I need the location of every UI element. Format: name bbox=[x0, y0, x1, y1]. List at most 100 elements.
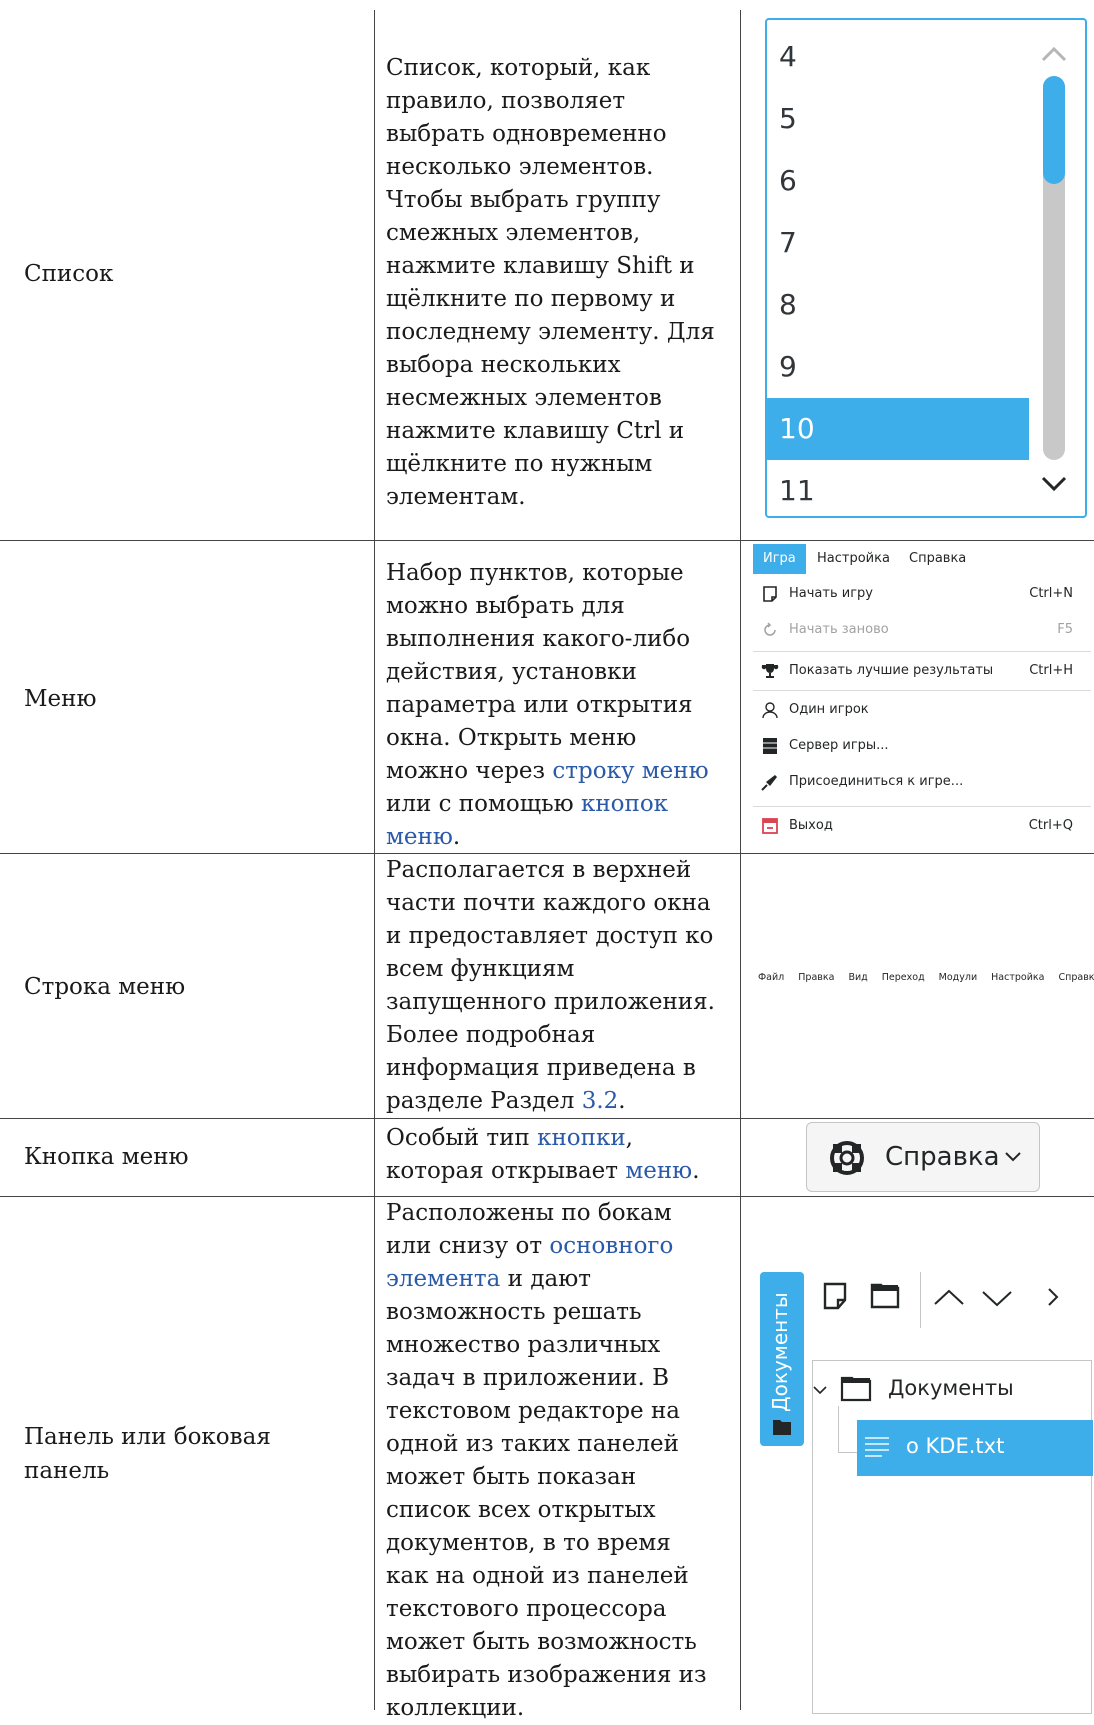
row-desc-list: Список, который, как правило, позволяет … bbox=[386, 52, 726, 514]
menu-buttons-link[interactable]: кнопок bbox=[581, 791, 668, 817]
list-item[interactable]: 7 bbox=[767, 212, 1029, 274]
list-item[interactable]: 8 bbox=[767, 274, 1029, 336]
desc-line: текстовом редакторе на bbox=[386, 1395, 726, 1428]
chevron-down-icon[interactable] bbox=[1037, 468, 1071, 498]
menu-item-highscores[interactable]: Показать лучшие результаты Ctrl+H bbox=[753, 653, 1091, 689]
menu-tab-help[interactable]: Справка bbox=[899, 544, 976, 574]
desc-line: множество различных bbox=[386, 1329, 726, 1362]
desc-line: возможность решать bbox=[386, 1296, 726, 1329]
desc-line: элементам. bbox=[386, 481, 726, 514]
desc-line: несколько элементов. bbox=[386, 151, 726, 184]
lifebuoy-icon bbox=[829, 1140, 865, 1176]
menu-item-shortcut: Ctrl+Q bbox=[1029, 808, 1073, 844]
menubar-item-go[interactable]: Переход bbox=[882, 972, 925, 983]
menubar-item-edit[interactable]: Правка bbox=[798, 972, 834, 983]
exit-icon bbox=[761, 817, 779, 835]
desc-line: щёлкните по первому и bbox=[386, 283, 726, 316]
table-col-line-1 bbox=[374, 10, 375, 1710]
desc-line: информация приведена в bbox=[386, 1052, 726, 1085]
desc-line: или с помощью кнопок bbox=[386, 788, 726, 821]
documents-panel-tab[interactable]: Документы bbox=[760, 1272, 804, 1446]
chevron-down-icon[interactable] bbox=[980, 1288, 1014, 1308]
menubar-item-settings[interactable]: Настройка bbox=[991, 972, 1044, 983]
menubar-item-file[interactable]: Файл bbox=[758, 972, 784, 983]
list-item[interactable]: 9 bbox=[767, 336, 1029, 398]
menu-item-quit[interactable]: Выход Ctrl+Q bbox=[753, 808, 1091, 844]
menu-item-shortcut: Ctrl+N bbox=[1029, 576, 1073, 612]
menu-buttons-link-cont[interactable]: меню bbox=[386, 824, 453, 850]
chevron-up-icon[interactable] bbox=[932, 1288, 966, 1308]
desc-line: смежных элементов, bbox=[386, 217, 726, 250]
row-label-list: Список bbox=[24, 257, 354, 291]
list-item[interactable]: 6 bbox=[767, 150, 1029, 212]
desc-line: коллекции. bbox=[386, 1692, 726, 1725]
buttons-link[interactable]: кнопки bbox=[537, 1125, 626, 1151]
documents-tree[interactable] bbox=[812, 1360, 1092, 1714]
new-document-icon[interactable] bbox=[822, 1282, 848, 1310]
desc-line: Более подробная bbox=[386, 1019, 726, 1052]
desc-line: действия, установки bbox=[386, 656, 726, 689]
list-item[interactable]: 11 bbox=[767, 460, 1029, 518]
menu-separator bbox=[753, 806, 1091, 807]
section-link[interactable]: 3.2 bbox=[582, 1088, 619, 1114]
menubar-item-help[interactable]: Справка bbox=[1059, 972, 1094, 983]
tree-folder-label[interactable]: Документы bbox=[888, 1376, 1014, 1400]
table-row-line-1 bbox=[0, 540, 1094, 541]
desc-line: список всех открытых bbox=[386, 1494, 726, 1527]
list-widget[interactable]: 4 5 6 7 8 9 10 11 bbox=[765, 18, 1087, 518]
chevron-up-icon[interactable] bbox=[1037, 40, 1071, 70]
desc-line: можно выбрать для bbox=[386, 590, 726, 623]
menu-item-single-player[interactable]: Один игрок bbox=[753, 692, 1091, 728]
desc-text: или снизу от bbox=[386, 1233, 549, 1259]
menu-item-label: Начать заново bbox=[789, 612, 889, 648]
server-icon bbox=[761, 737, 779, 755]
scrollbar-track[interactable] bbox=[1043, 76, 1065, 460]
desc-line: может быть показан bbox=[386, 1461, 726, 1494]
menu-link[interactable]: меню bbox=[625, 1158, 692, 1184]
list-item[interactable]: 5 bbox=[767, 88, 1029, 150]
row-label-menu: Меню bbox=[24, 682, 354, 716]
menubar-item-view[interactable]: Вид bbox=[848, 972, 867, 983]
desc-line: Особый тип кнопки, bbox=[386, 1122, 726, 1155]
help-menu-button[interactable]: Справка bbox=[806, 1122, 1040, 1192]
menu-item-server[interactable]: Сервер игры... bbox=[753, 728, 1091, 764]
connect-plug-icon bbox=[761, 773, 779, 791]
tree-expand-icon[interactable] bbox=[812, 1384, 828, 1398]
menu-item-label: Один игрок bbox=[789, 692, 869, 728]
restart-icon bbox=[761, 621, 779, 639]
menu-separator bbox=[753, 651, 1091, 652]
menu-item-join-game[interactable]: Присоединиться к игре... bbox=[753, 764, 1091, 800]
menubar-link[interactable]: строку меню bbox=[552, 758, 708, 784]
list-item[interactable]: 4 bbox=[767, 26, 1029, 88]
desc-line: задач в приложении. В bbox=[386, 1362, 726, 1395]
row-desc-menubar: Располагается в верхней части почти кажд… bbox=[386, 854, 726, 1118]
scrollbar-thumb[interactable] bbox=[1043, 76, 1065, 184]
menu-item-label: Выход bbox=[789, 808, 833, 844]
tree-file-label[interactable]: о KDE.txt bbox=[906, 1434, 1004, 1458]
tree-guide-line bbox=[838, 1452, 858, 1453]
desc-text: которая открывает bbox=[386, 1158, 625, 1184]
open-folder-icon[interactable] bbox=[870, 1282, 900, 1310]
list-item-selected[interactable]: 10 bbox=[767, 398, 1029, 460]
desc-text: или с помощью bbox=[386, 791, 581, 817]
user-icon bbox=[761, 701, 779, 719]
desc-line: выбора нескольких bbox=[386, 349, 726, 382]
menu-item-label: Присоединиться к игре... bbox=[789, 764, 963, 800]
desc-line: выполнения какого-либо bbox=[386, 623, 726, 656]
desc-line: правило, позволяет bbox=[386, 85, 726, 118]
main-element-link-cont[interactable]: элемента bbox=[386, 1266, 500, 1292]
menubar-item-plugins[interactable]: Модули bbox=[939, 972, 977, 983]
menu-tab-game[interactable]: Игра bbox=[753, 544, 806, 574]
desc-line: нажмите клавишу Ctrl и bbox=[386, 415, 726, 448]
main-element-link[interactable]: основного bbox=[549, 1233, 673, 1259]
desc-line: меню. bbox=[386, 821, 726, 854]
table-col-line-2 bbox=[740, 10, 741, 1710]
desc-line: Набор пунктов, которые bbox=[386, 557, 726, 590]
menu-item-new-game[interactable]: Начать игру Ctrl+N bbox=[753, 576, 1091, 612]
menu-tab-settings[interactable]: Настройка bbox=[807, 544, 900, 574]
menu-item-restart[interactable]: Начать заново F5 bbox=[753, 612, 1091, 648]
desc-line: одной из таких панелей bbox=[386, 1428, 726, 1461]
chevron-right-icon[interactable] bbox=[1046, 1286, 1060, 1308]
row-desc-menu: Набор пунктов, которые можно выбрать для… bbox=[386, 557, 726, 854]
desc-line: может быть возможность bbox=[386, 1626, 726, 1659]
